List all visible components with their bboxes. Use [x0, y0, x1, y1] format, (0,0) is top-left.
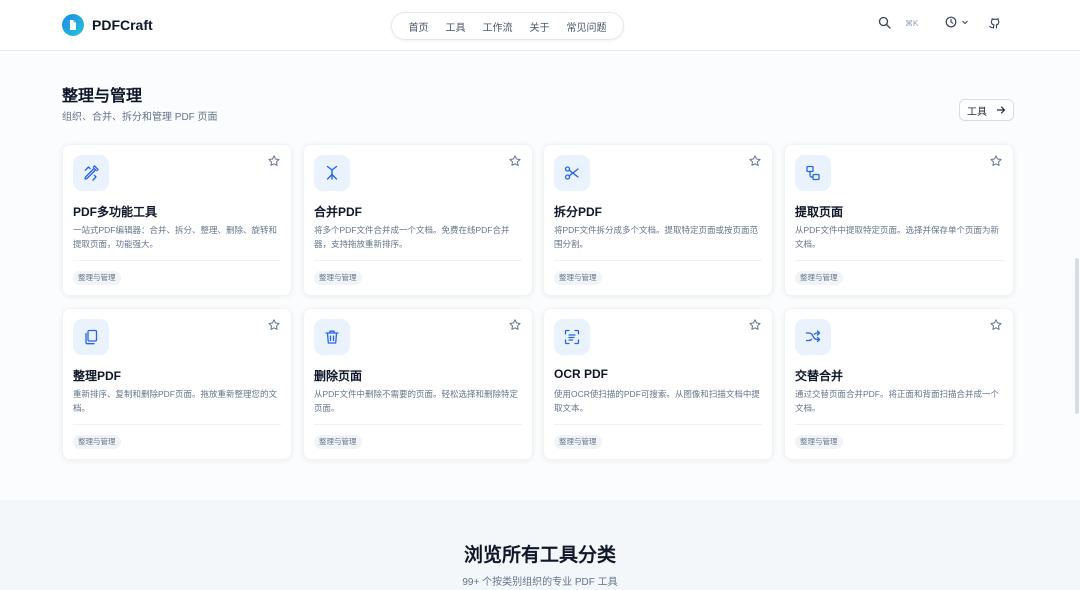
card-title: 整理PDF: [73, 369, 122, 383]
card-title: 拆分PDF: [554, 205, 603, 219]
chevron-down-icon: [962, 20, 968, 25]
card-description: 重新排序、复制和删除PDF页面。拖放重新整理您的文档。: [73, 389, 278, 413]
nav-tools[interactable]: 工具: [446, 19, 466, 34]
tool-card-pdf-multitool[interactable]: PDF多功能工具 一站式PDF编辑器：合并、拆分、整理、删除、旋转和提取页面，功…: [62, 144, 292, 296]
tools-button-label: 工具: [967, 106, 987, 118]
star-icon[interactable]: [267, 154, 281, 168]
clock-icon: [945, 16, 957, 28]
search-icon: [878, 16, 891, 29]
card-description: 从PDF文件中提取特定页面。选择并保存单个页面为新文档。: [795, 225, 1000, 249]
star-icon[interactable]: [508, 154, 522, 168]
nav-about[interactable]: 关于: [530, 19, 550, 34]
card-divider: [73, 424, 281, 425]
card-description: 从PDF文件中删除不需要的页面。轻松选择和删除特定页面。: [314, 389, 519, 413]
trash-icon: [314, 319, 350, 355]
section-title: 整理与管理: [62, 88, 143, 105]
card-divider: [795, 260, 1003, 261]
copy-pages-icon: [73, 319, 109, 355]
arrow-right-icon: [996, 106, 1006, 114]
card-divider: [73, 260, 281, 261]
nav-faq[interactable]: 常见问题: [567, 19, 607, 34]
category-tag: 整理与管理: [73, 271, 121, 285]
star-icon[interactable]: [989, 318, 1003, 332]
card-divider: [795, 424, 1003, 425]
tool-card-alternate-merge[interactable]: 交替合并 通过交替页面合并PDF。将正面和背面扫描合并成一个文档。 整理与管理: [784, 308, 1014, 460]
card-description: 通过交替页面合并PDF。将正面和背面扫描合并成一个文档。: [795, 389, 1000, 413]
card-description: 使用OCR使扫描的PDF可搜索。从图像和扫描文档中提取文本。: [554, 389, 760, 413]
card-description: 一站式PDF编辑器：合并、拆分、整理、删除、旋转和提取页面，功能强大。: [73, 225, 278, 249]
browse-subtitle: 99+ 个按类别组织的专业 PDF 工具: [462, 577, 618, 588]
category-tag: 整理与管理: [314, 271, 362, 285]
star-icon[interactable]: [508, 318, 522, 332]
logo-icon: [62, 14, 84, 36]
card-divider: [314, 260, 522, 261]
scissors-icon: [554, 155, 590, 191]
card-title: 删除页面: [314, 369, 363, 383]
section-subtitle: 组织、合并、拆分和管理 PDF 页面: [62, 112, 218, 123]
card-divider: [314, 424, 522, 425]
github-link[interactable]: [988, 16, 1001, 29]
card-description: 将PDF文件拆分成多个文档。提取特定页面或按页面范围分割。: [554, 225, 759, 249]
card-title: 交替合并: [795, 369, 844, 383]
card-title: OCR PDF: [554, 367, 608, 381]
star-icon[interactable]: [267, 318, 281, 332]
nav-workflow[interactable]: 工作流: [483, 19, 513, 34]
star-icon[interactable]: [748, 154, 762, 168]
card-title: 提取页面: [795, 205, 844, 219]
card-title: PDF多功能工具: [73, 205, 158, 219]
card-divider: [554, 424, 762, 425]
category-tag: 整理与管理: [73, 435, 121, 449]
search-shortcut: ⌘K: [905, 19, 919, 28]
scrollbar-thumb[interactable]: [1075, 258, 1079, 414]
github-icon: [989, 18, 1000, 29]
star-icon[interactable]: [748, 318, 762, 332]
main-nav: 首页 工具 工作流 关于 常见问题: [391, 12, 624, 40]
card-title: 合并PDF: [314, 205, 363, 219]
shuffle-icon: [795, 319, 831, 355]
tool-card-delete-pages[interactable]: 删除页面 从PDF文件中删除不需要的页面。轻松选择和删除特定页面。 整理与管理: [303, 308, 533, 460]
extract-pages-icon: [795, 155, 831, 191]
brand-logo[interactable]: PDFCraft: [62, 14, 153, 36]
tool-card-merge-pdf[interactable]: 合并PDF 将多个PDF文件合并成一个文档。免费在线PDF合并器，支持拖放重新排…: [303, 144, 533, 296]
browse-title: 浏览所有工具分类: [463, 545, 616, 566]
card-description: 将多个PDF文件合并成一个文档。免费在线PDF合并器，支持拖放重新排序。: [314, 225, 510, 249]
scan-text-icon: [554, 319, 590, 355]
card-divider: [554, 260, 762, 261]
tool-card-split-pdf[interactable]: 拆分PDF 将PDF文件拆分成多个文档。提取特定页面或按页面范围分割。 整理与管…: [543, 144, 773, 296]
category-tag: 整理与管理: [795, 271, 843, 285]
category-tag: 整理与管理: [554, 435, 602, 449]
top-header: PDFCraft 首页 工具 工作流 关于 常见问题 ⌘K: [0, 0, 1080, 51]
tools-button[interactable]: 工具: [959, 99, 1014, 121]
tool-edit-icon: [73, 155, 109, 191]
category-tag: 整理与管理: [314, 435, 362, 449]
nav-home[interactable]: 首页: [409, 19, 429, 34]
merge-icon: [314, 155, 350, 191]
tool-card-extract-pages[interactable]: 提取页面 从PDF文件中提取特定页面。选择并保存单个页面为新文档。 整理与管理: [784, 144, 1014, 296]
brand-name: PDFCraft: [92, 17, 153, 33]
tool-card-ocr-pdf[interactable]: OCR PDF 使用OCR使扫描的PDF可搜索。从图像和扫描文档中提取文本。 整…: [543, 308, 773, 460]
category-tag: 整理与管理: [554, 271, 602, 285]
history-dropdown[interactable]: [945, 16, 969, 28]
search-button[interactable]: [878, 16, 891, 29]
star-icon[interactable]: [989, 154, 1003, 168]
category-tag: 整理与管理: [795, 435, 843, 449]
tool-card-organize-pdf[interactable]: 整理PDF 重新排序、复制和删除PDF页面。拖放重新整理您的文档。 整理与管理: [62, 308, 292, 460]
